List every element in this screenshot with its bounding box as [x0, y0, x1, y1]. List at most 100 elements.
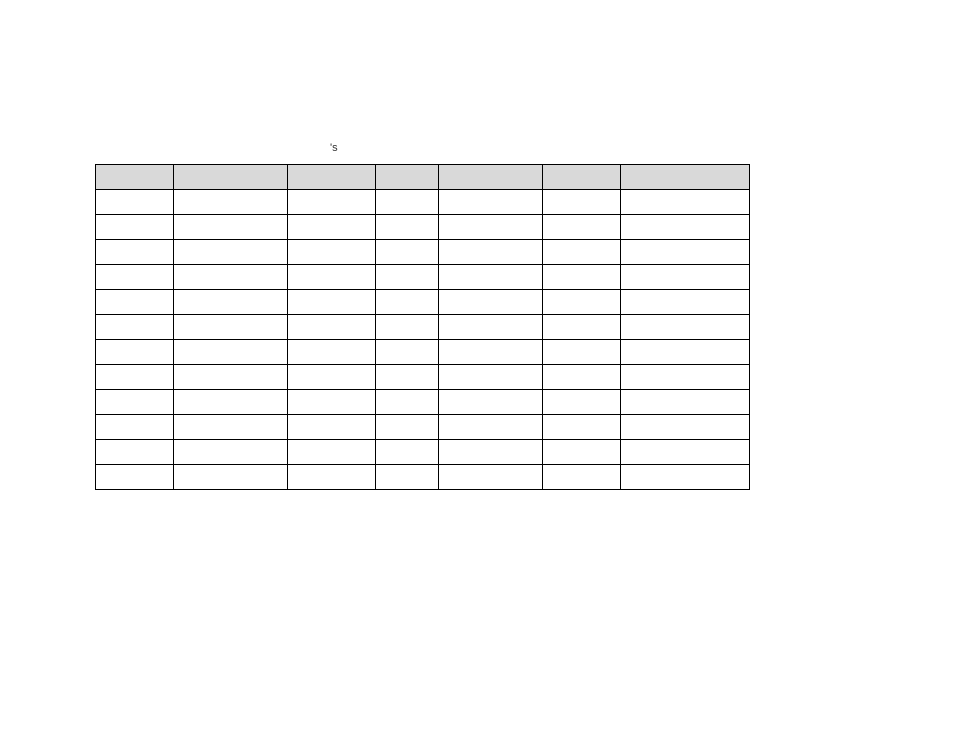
- table-header-cell: [438, 165, 542, 190]
- table-row: [96, 440, 750, 465]
- table-cell: [174, 240, 288, 265]
- table-header-cell: [376, 165, 439, 190]
- table-cell: [96, 365, 174, 390]
- table-cell: [96, 415, 174, 440]
- table-cell: [542, 340, 620, 365]
- table-cell: [174, 190, 288, 215]
- table-cell: [287, 340, 375, 365]
- table-cell: [287, 215, 375, 240]
- table-cell: [96, 315, 174, 340]
- table-cell: [174, 465, 288, 490]
- table-cell: [376, 190, 439, 215]
- table-cell: [96, 390, 174, 415]
- table-row: [96, 415, 750, 440]
- table-cell: [376, 390, 439, 415]
- table-cell: [542, 240, 620, 265]
- table-cell: [96, 240, 174, 265]
- table-cell: [542, 190, 620, 215]
- table-cell: [620, 290, 749, 315]
- table-header: [96, 165, 750, 190]
- table-cell: [376, 415, 439, 440]
- table-cell: [174, 440, 288, 465]
- table-cell: [96, 290, 174, 315]
- table-cell: [174, 265, 288, 290]
- table-cell: [174, 415, 288, 440]
- table-row: [96, 290, 750, 315]
- table-cell: [542, 265, 620, 290]
- table-cell: [620, 365, 749, 390]
- table-cell: [96, 440, 174, 465]
- table-cell: [542, 365, 620, 390]
- table-cell: [376, 465, 439, 490]
- table-cell: [376, 365, 439, 390]
- table-cell: [376, 265, 439, 290]
- table-cell: [96, 265, 174, 290]
- table-cell: [96, 340, 174, 365]
- table-cell: [620, 315, 749, 340]
- table-cell: [542, 290, 620, 315]
- table-header-cell: [542, 165, 620, 190]
- table-cell: [542, 390, 620, 415]
- table-cell: [620, 265, 749, 290]
- table-cell: [438, 315, 542, 340]
- table-cell: [438, 415, 542, 440]
- table-cell: [287, 465, 375, 490]
- table-cell: [376, 240, 439, 265]
- table-cell: [542, 465, 620, 490]
- table-cell: [96, 190, 174, 215]
- table-cell: [438, 365, 542, 390]
- table-cell: [542, 215, 620, 240]
- table-row: [96, 240, 750, 265]
- table-row: [96, 465, 750, 490]
- table-cell: [174, 315, 288, 340]
- table-cell: [287, 265, 375, 290]
- table-cell: [620, 240, 749, 265]
- table-cell: [174, 340, 288, 365]
- table-cell: [376, 215, 439, 240]
- table-cell: [287, 290, 375, 315]
- table-cell: [287, 240, 375, 265]
- table-cell: [376, 440, 439, 465]
- table-header-cell: [620, 165, 749, 190]
- table-cell: [96, 215, 174, 240]
- table-header-cell: [174, 165, 288, 190]
- table-cell: [438, 340, 542, 365]
- table-cell: [620, 190, 749, 215]
- table-cell: [287, 365, 375, 390]
- table-cell: [438, 290, 542, 315]
- caption-fragment: [330, 140, 338, 154]
- table-cell: [287, 315, 375, 340]
- table-cell: [287, 440, 375, 465]
- table-cell: [620, 215, 749, 240]
- table-row: [96, 365, 750, 390]
- table-header-cell: [96, 165, 174, 190]
- table-row: [96, 215, 750, 240]
- table-cell: [620, 340, 749, 365]
- table-cell: [438, 265, 542, 290]
- table-cell: [438, 440, 542, 465]
- table-cell: [287, 190, 375, 215]
- data-table: [95, 164, 750, 490]
- table-row: [96, 190, 750, 215]
- table-cell: [376, 340, 439, 365]
- table-body: [96, 190, 750, 490]
- table-cell: [174, 290, 288, 315]
- table-cell: [438, 390, 542, 415]
- table-cell: [287, 415, 375, 440]
- table-row: [96, 390, 750, 415]
- table-cell: [438, 190, 542, 215]
- table-header-cell: [287, 165, 375, 190]
- table-cell: [542, 315, 620, 340]
- table-row: [96, 315, 750, 340]
- table-row: [96, 340, 750, 365]
- table-cell: [376, 315, 439, 340]
- table-cell: [174, 390, 288, 415]
- table-cell: [376, 290, 439, 315]
- table-cell: [96, 465, 174, 490]
- table-header-row: [96, 165, 750, 190]
- table-row: [96, 265, 750, 290]
- table-cell: [287, 390, 375, 415]
- table-cell: [542, 415, 620, 440]
- table-cell: [174, 215, 288, 240]
- table-cell: [620, 440, 749, 465]
